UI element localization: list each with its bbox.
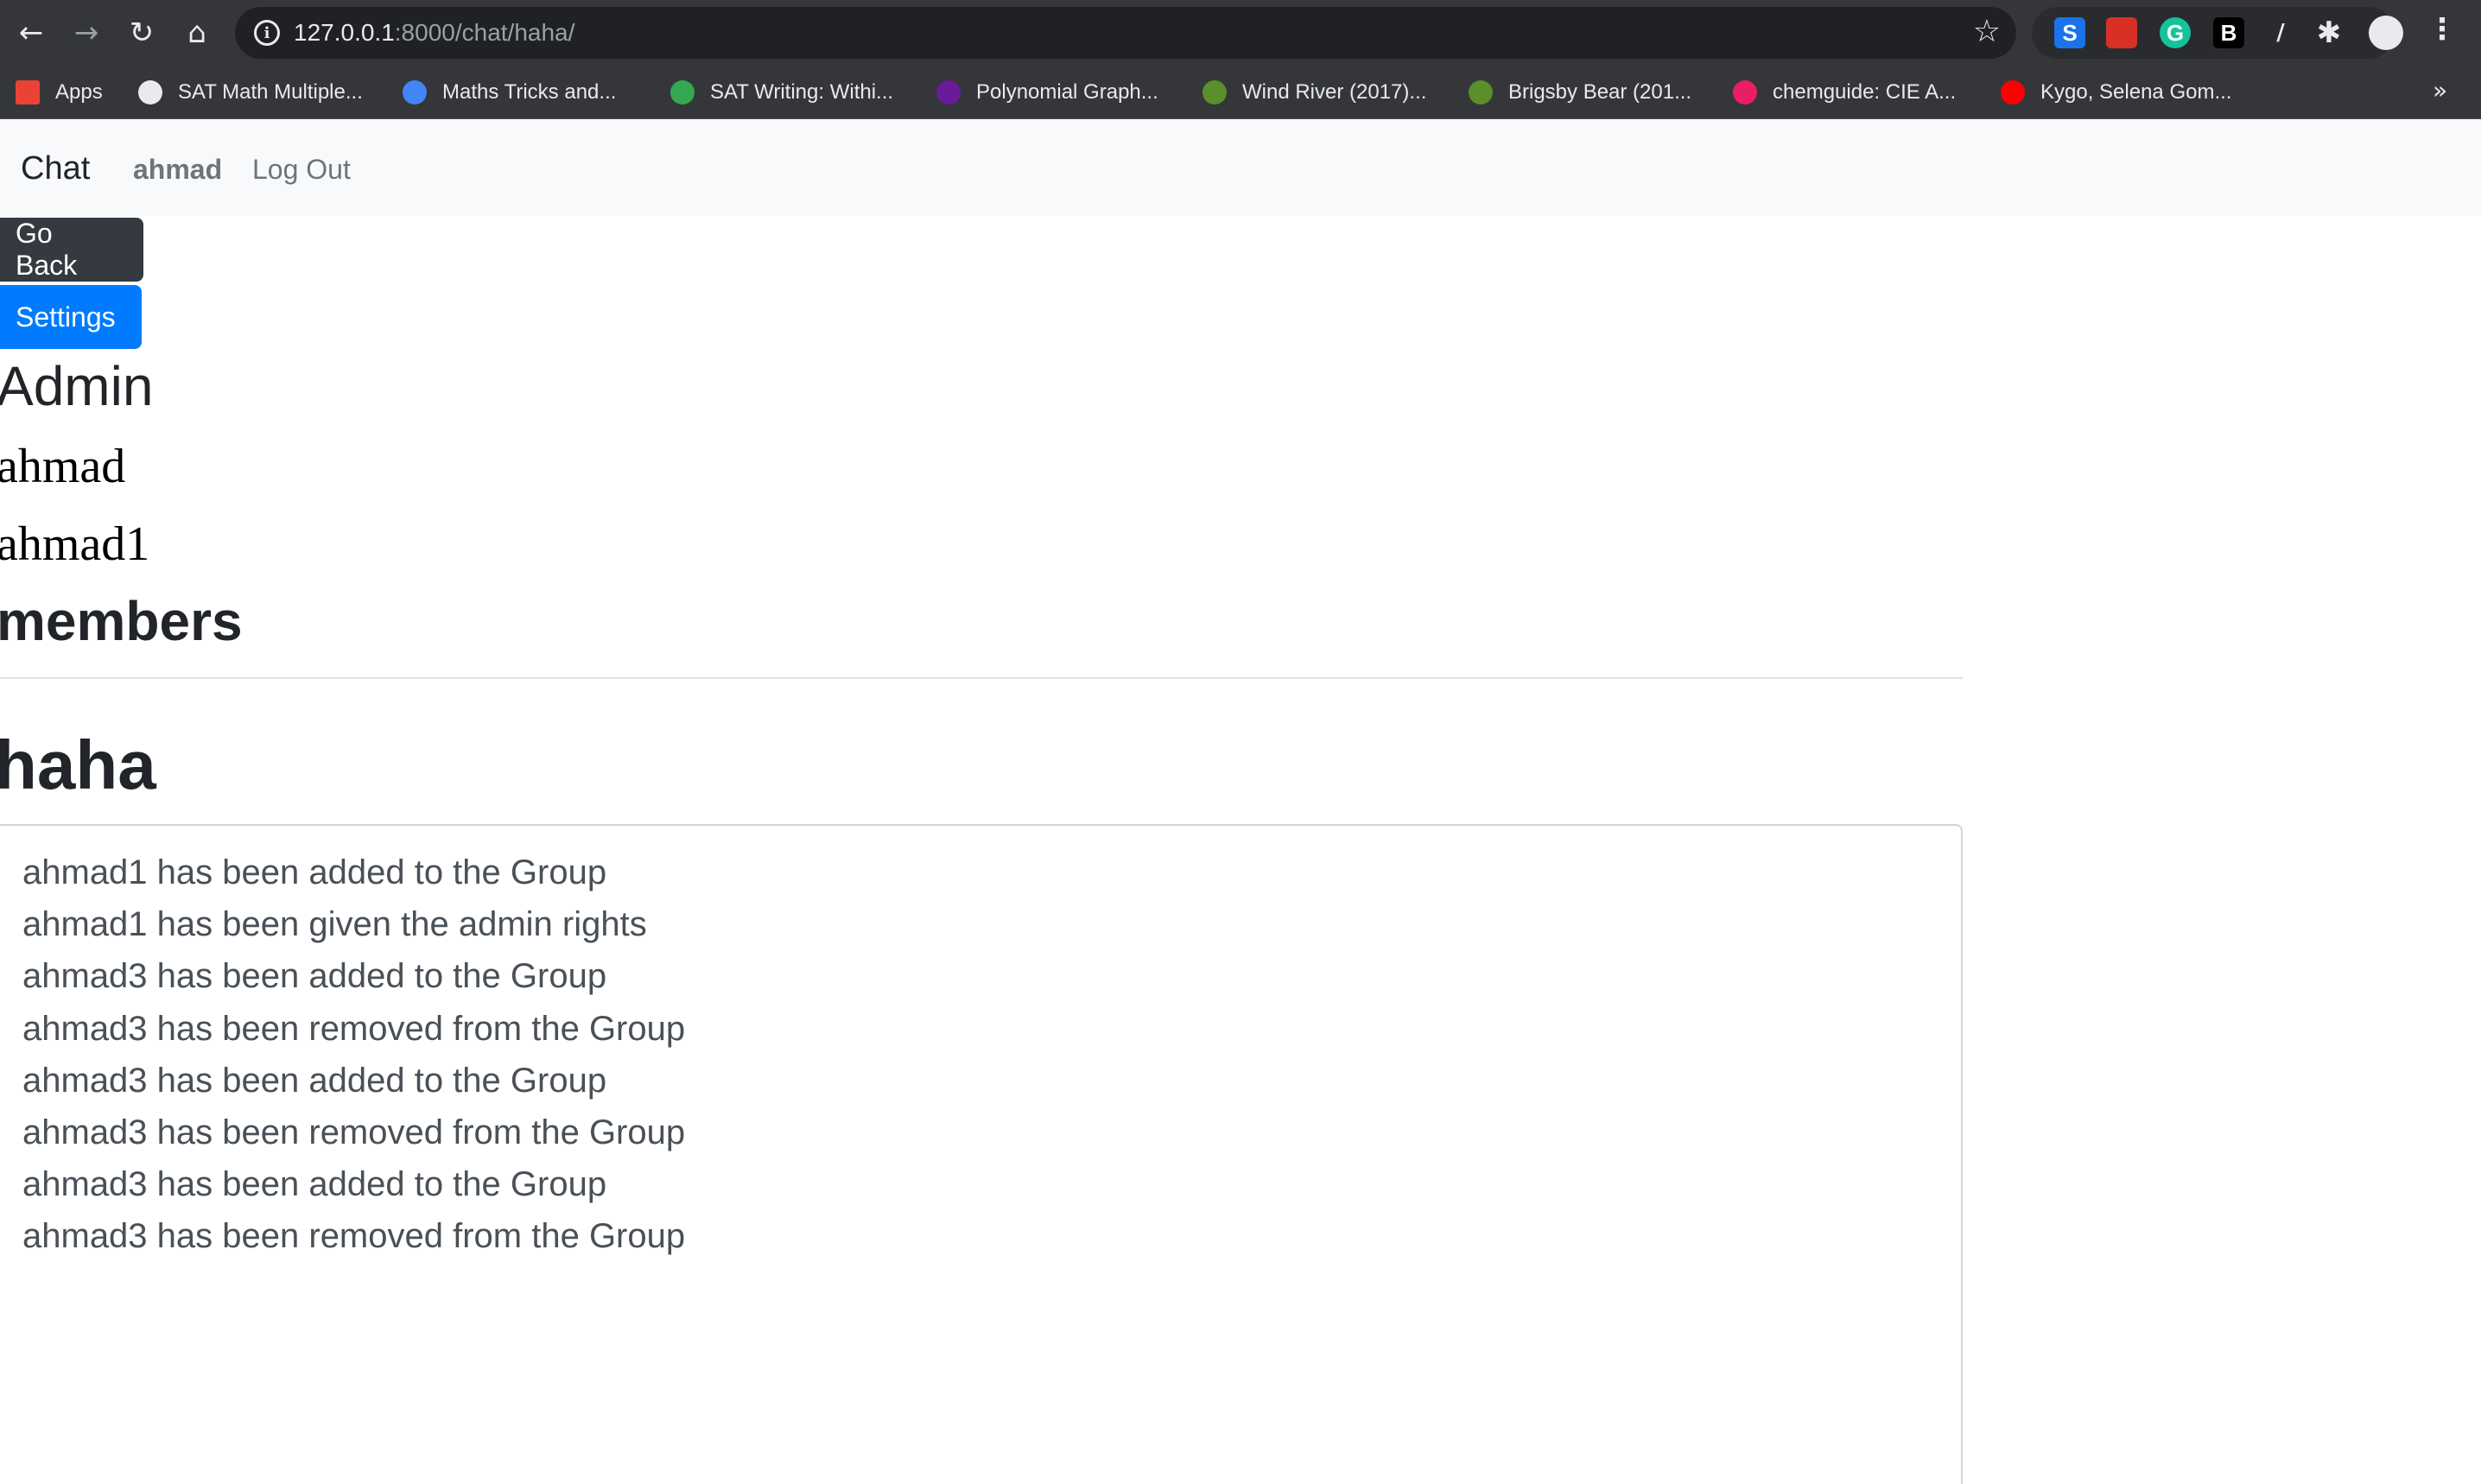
avatar[interactable] — [2365, 12, 2407, 54]
kebab-menu-icon[interactable]: ⋮ — [2427, 12, 2457, 47]
address-bar[interactable]: i 127.0.0.1:8000/chat/haha/ ☆ — [235, 7, 2016, 59]
list-item: ahmad3 has been added to the Group — [22, 1165, 607, 1204]
message-list: ahmad1 has been added to the Group ahmad… — [0, 826, 1961, 1263]
url-path: :8000/chat/haha/ — [394, 19, 575, 46]
bookmark-item[interactable]: Brigsby Bear (201... — [1469, 78, 1691, 107]
list-item: ahmad1 has been given the admin rights — [22, 905, 647, 944]
divider — [0, 677, 1963, 679]
bookmark-item[interactable]: Maths Tricks and... — [403, 78, 616, 107]
browser-toolbar: ← → ↻ ⌂ i 127.0.0.1:8000/chat/haha/ ☆ S G… — [0, 0, 2481, 66]
pen-extension-icon[interactable]: ∕ — [2265, 17, 2296, 48]
bookmarks-bar: Apps SAT Math Multiple... Maths Tricks and… — [0, 66, 2481, 119]
bookmark-label: SAT Math Multiple... — [178, 80, 363, 104]
chat-log[interactable]: ahmad1 has been added to the Group ahmad… — [0, 824, 1963, 1484]
info-icon[interactable]: i — [254, 20, 280, 46]
bookmark-item[interactable]: SAT Math Multiple... — [138, 78, 363, 107]
bookmark-item[interactable]: Apps — [16, 78, 103, 107]
bookmark-label: Apps — [55, 80, 103, 104]
navbar-brand[interactable]: Chat — [21, 150, 90, 187]
pdf-extension-icon[interactable] — [2106, 17, 2137, 48]
bookmark-label: SAT Writing: Withi... — [710, 80, 894, 104]
list-item: ahmad3 has been removed from the Group — [22, 1113, 686, 1152]
bookmark-label: Polynomial Graph... — [976, 80, 1158, 104]
admin-name: ahmad1 — [0, 517, 150, 571]
bookmark-label: chemguide: CIE A... — [1773, 80, 1957, 104]
browser-chrome: ← → ↻ ⌂ i 127.0.0.1:8000/chat/haha/ ☆ S G… — [0, 0, 2481, 119]
reload-icon[interactable]: ↻ — [121, 12, 162, 54]
list-item: ahmad3 has been removed from the Group — [22, 1217, 686, 1256]
list-item: ahmad3 has been added to the Group — [22, 957, 607, 996]
home-icon[interactable]: ⌂ — [176, 12, 218, 54]
s-extension-icon[interactable]: S — [2054, 17, 2085, 48]
site-icon — [1202, 80, 1227, 105]
bookmark-label: Kygo, Selena Gom... — [2040, 80, 2232, 104]
bookmark-star-icon[interactable]: ☆ — [1973, 14, 2001, 49]
apps-grid-icon — [16, 80, 40, 105]
grammarly-icon[interactable]: G — [2160, 17, 2191, 48]
bookmark-label: Maths Tricks and... — [442, 80, 617, 104]
site-icon — [936, 80, 961, 105]
globe-icon — [138, 80, 162, 105]
puzzle-extensions-icon[interactable]: ✱ — [2308, 12, 2350, 54]
site-icon — [1733, 80, 1757, 105]
settings-button[interactable]: Settings — [0, 285, 142, 349]
list-item: ahmad1 has been added to the Group — [22, 853, 607, 891]
admin-heading: Admin — [0, 355, 154, 417]
b-extension-icon[interactable]: B — [2213, 17, 2244, 48]
bookmark-item[interactable]: Polynomial Graph... — [936, 78, 1158, 107]
admin-name: ahmad — [0, 440, 126, 493]
site-icon — [403, 80, 427, 105]
nav-user-link[interactable]: ahmad — [133, 154, 222, 186]
bookmark-item[interactable]: Kygo, Selena Gom... — [2001, 78, 2231, 107]
back-arrow-icon[interactable]: ← — [10, 12, 52, 54]
youtube-icon — [2001, 80, 2025, 105]
url-text[interactable]: 127.0.0.1:8000/chat/haha/ — [294, 19, 574, 47]
forward-arrow-icon[interactable]: → — [66, 12, 107, 54]
go-back-button[interactable]: Go Back — [0, 218, 143, 282]
url-host: 127.0.0.1 — [294, 19, 395, 46]
bookmark-item[interactable]: Wind River (2017)... — [1202, 78, 1426, 107]
bookmark-label: Brigsby Bear (201... — [1508, 80, 1692, 104]
site-icon — [670, 80, 695, 105]
bookmark-label: Wind River (2017)... — [1242, 80, 1427, 104]
more-bookmarks-icon[interactable]: » — [2433, 76, 2447, 105]
list-item: ahmad3 has been added to the Group — [22, 1061, 607, 1100]
list-item: ahmad3 has been removed from the Group — [22, 1009, 686, 1048]
navbar: Chat ahmad Log Out — [0, 119, 2481, 216]
bookmark-item[interactable]: SAT Writing: Withi... — [670, 78, 893, 107]
site-icon — [1469, 80, 1493, 105]
members-heading[interactable]: members — [0, 589, 243, 653]
logout-link[interactable]: Log Out — [252, 154, 351, 186]
group-title: haha — [0, 726, 156, 803]
bookmark-item[interactable]: chemguide: CIE A... — [1733, 78, 1956, 107]
